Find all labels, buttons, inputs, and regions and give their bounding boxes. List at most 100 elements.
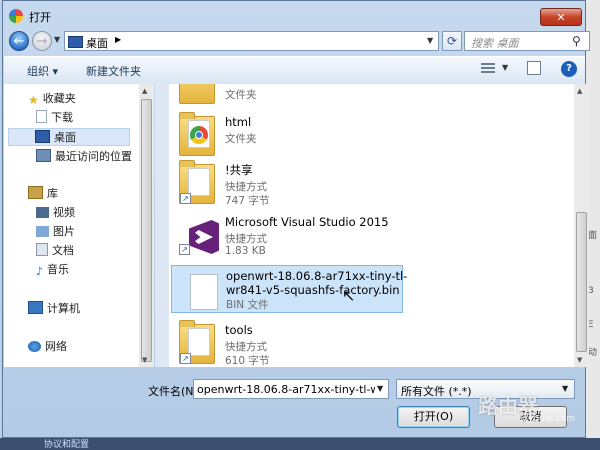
chrome-folder-icon (179, 112, 215, 156)
scroll-down-icon[interactable]: ▼ (577, 356, 582, 364)
file-list: 文件夹 html 文件夹 ↗ !共享 快捷方式 747 字节 ↗ Microso… (169, 84, 574, 367)
file-size: 1.83 KB (225, 245, 266, 257)
sidebar-item-label: 下载 (51, 111, 73, 124)
navigation-pane: ★收藏夹 下载 桌面 最近访问的位置 库 视频 图片 文档 ♪音乐 计算机 (4, 84, 154, 367)
command-toolbar: 组织 ▾ 新建文件夹 ▼ ? (4, 56, 585, 85)
new-folder-button[interactable]: 新建文件夹 (86, 63, 141, 79)
file-list-scrollbar[interactable]: ▲ ▼ (574, 84, 589, 367)
watermark-url: luyouqi.com (520, 414, 576, 424)
taskbar-text: 协议和配置 (44, 440, 90, 450)
sidebar-item-documents[interactable]: 文档 (36, 242, 74, 260)
list-item-selected[interactable]: openwrt-18.06.8-ar71xx-tiny-tl- wr841-v5… (171, 265, 407, 313)
file-name: !共享 (225, 163, 253, 177)
shortcut-folder-icon: ↗ (179, 160, 215, 204)
scroll-thumb[interactable] (576, 212, 587, 352)
library-icon (28, 186, 43, 199)
sidebar-item-libraries[interactable]: 库 (28, 185, 58, 203)
shortcut-folder-icon: ↗ (179, 320, 215, 364)
search-placeholder: 搜索 桌面 (471, 37, 519, 50)
scroll-up-icon[interactable]: ▲ (142, 87, 147, 95)
chevron-right-icon[interactable]: ▶ (115, 35, 121, 44)
visual-studio-icon: ↗ (179, 216, 219, 256)
sidebar-item-network[interactable]: 网络 (28, 338, 67, 356)
list-item[interactable]: 文件夹 (171, 84, 403, 108)
bin-file-icon (180, 270, 218, 310)
chevron-down-icon[interactable]: ▼ (562, 384, 568, 393)
filename-value: openwrt-18.06.8-ar71xx-tiny-tl-w (197, 383, 380, 396)
address-bar[interactable]: 桌面 ▶ ▼ (64, 31, 439, 51)
sidebar-item-label: 计算机 (47, 302, 80, 315)
view-dropdown-icon[interactable]: ▼ (502, 63, 508, 72)
file-type-value: 所有文件 (*.*) (401, 385, 472, 398)
background-taskbar: 协议和配置 (0, 438, 600, 450)
file-type: 快捷方式 (225, 341, 267, 353)
search-input[interactable]: 搜索 桌面 ⚲ (464, 31, 590, 51)
recent-pages-dropdown-icon[interactable]: ▼ (54, 35, 60, 44)
sidebar-item-label: 文档 (52, 244, 74, 257)
organize-button[interactable]: 组织 ▾ (27, 63, 58, 79)
computer-icon (28, 301, 43, 314)
scroll-down-icon[interactable]: ▼ (142, 356, 147, 364)
picture-icon (36, 226, 49, 237)
app-logo-icon (9, 9, 23, 23)
filename-dropdown-icon[interactable]: ▼ (375, 384, 384, 393)
sidebar-item-desktop[interactable]: 桌面 (8, 128, 130, 146)
mouse-cursor-icon: ↖ (342, 286, 356, 305)
list-item[interactable]: ↗ !共享 快捷方式 747 字节 (171, 160, 403, 208)
file-name: tools (225, 323, 253, 337)
video-icon (36, 207, 49, 218)
sidebar-item-label: 最近访问的位置 (55, 150, 132, 163)
sidebar-item-pictures[interactable]: 图片 (36, 223, 75, 241)
refresh-button[interactable]: ⟳ (442, 31, 462, 51)
file-type: 快捷方式 (225, 181, 267, 193)
search-icon[interactable]: ⚲ (572, 34, 581, 48)
file-name: Microsoft Visual Studio 2015 (225, 215, 389, 229)
sidebar-item-downloads[interactable]: 下载 (36, 109, 73, 127)
navigation-scrollbar[interactable]: ▲ ▼ (139, 84, 154, 367)
file-size: 747 字节 (225, 195, 270, 207)
music-icon: ♪ (36, 265, 44, 278)
document-icon (36, 243, 48, 256)
sidebar-item-label: 库 (47, 187, 58, 200)
desktop-icon (68, 36, 83, 48)
view-options-icon[interactable] (481, 63, 495, 75)
scroll-up-icon[interactable]: ▲ (577, 87, 582, 95)
preview-pane-icon[interactable] (527, 61, 541, 75)
navigation-row: ← → ▼ 桌面 ▶ ▼ ⟳ 搜索 桌面 ⚲ (3, 31, 590, 53)
scroll-thumb[interactable] (141, 99, 152, 362)
sidebar-item-videos[interactable]: 视频 (36, 204, 75, 222)
list-item[interactable]: ↗ tools 快捷方式 610 字节 (171, 320, 403, 367)
download-icon (36, 110, 47, 123)
file-type: 文件夹 (225, 133, 257, 145)
close-button[interactable]: ✕ (540, 8, 582, 26)
dialog-title: 打开 (29, 11, 51, 24)
folder-icon (179, 84, 215, 104)
sidebar-item-computer[interactable]: 计算机 (28, 300, 80, 318)
help-icon[interactable]: ? (561, 61, 577, 77)
list-item[interactable]: ↗ Microsoft Visual Studio 2015 快捷方式 1.83… (171, 212, 403, 260)
network-icon (28, 341, 41, 352)
file-name: openwrt-18.06.8-ar71xx-tiny-tl- wr841-v5… (226, 269, 408, 297)
forward-button[interactable]: → (32, 31, 52, 51)
sidebar-item-music[interactable]: ♪ 音乐 (36, 261, 69, 279)
recent-places-icon (36, 149, 51, 162)
pane-splitter[interactable] (155, 84, 169, 367)
star-icon: ★ (28, 93, 39, 107)
open-file-dialog: 打开 ✕ ← → ▼ 桌面 ▶ ▼ ⟳ 搜索 桌面 ⚲ 组织 ▾ 新建文件夹 ▼… (2, 0, 590, 438)
file-type: 快捷方式 (225, 233, 267, 245)
sidebar-item-label: 音乐 (47, 263, 70, 276)
list-item[interactable]: html 文件夹 (171, 112, 403, 160)
title-bar[interactable]: 打开 ✕ (3, 1, 585, 31)
sidebar-item-favorites[interactable]: ★ 收藏夹 (28, 90, 76, 108)
file-type: BIN 文件 (226, 299, 269, 311)
sidebar-item-label: 桌面 (54, 131, 76, 144)
open-button[interactable]: 打开(O) (397, 406, 470, 428)
sidebar-item-recent-places[interactable]: 最近访问的位置 (36, 148, 132, 166)
address-dropdown-icon[interactable]: ▼ (427, 36, 433, 45)
address-breadcrumb-desktop[interactable]: 桌面 (86, 35, 108, 51)
back-button[interactable]: ← (9, 31, 29, 51)
file-name: html (225, 115, 252, 129)
sidebar-item-label: 视频 (53, 206, 75, 219)
sidebar-item-label: 网络 (45, 340, 67, 353)
filename-input[interactable]: openwrt-18.06.8-ar71xx-tiny-tl-w ▼ (193, 379, 389, 399)
